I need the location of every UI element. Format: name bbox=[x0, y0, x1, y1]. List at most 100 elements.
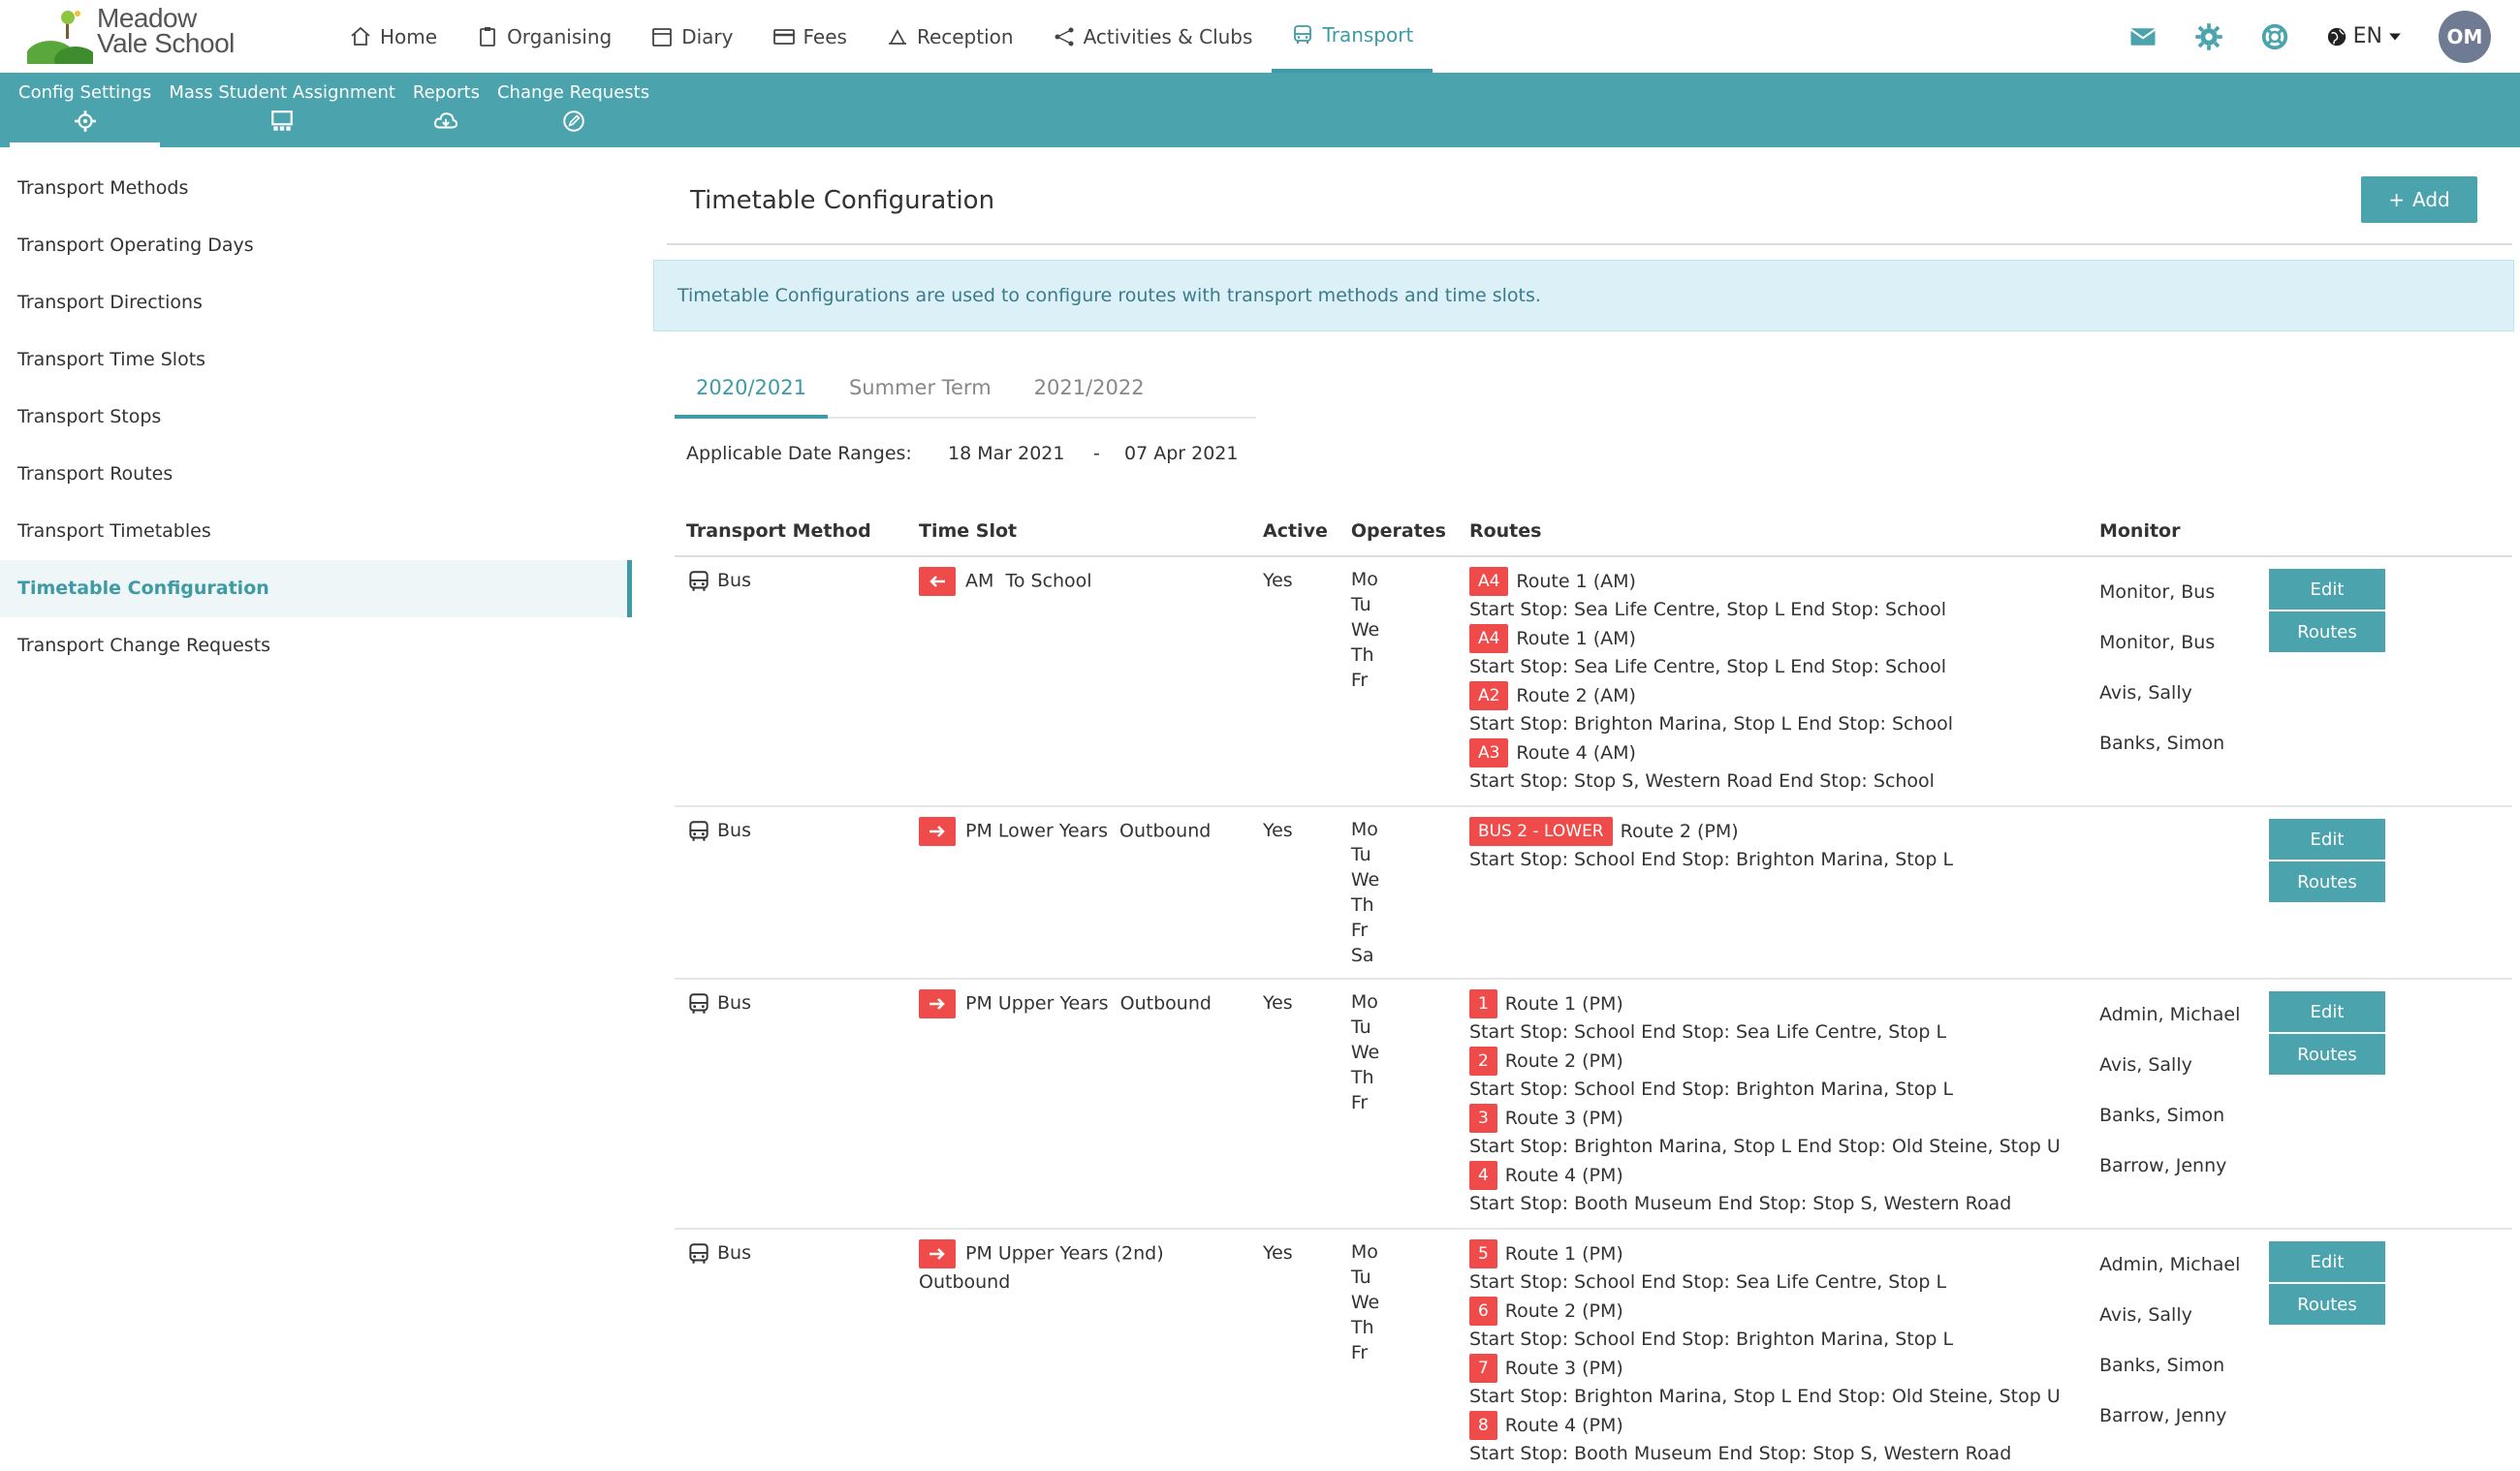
sidebar-item[interactable]: Timetable Configuration bbox=[0, 560, 632, 617]
route-stops: Start Stop: School End Stop: Brighton Ma… bbox=[1468, 1329, 1954, 1350]
sidebar-item[interactable]: Transport Methods bbox=[0, 160, 632, 217]
subnav-reports[interactable]: Reports bbox=[404, 73, 488, 147]
sidebar-item[interactable]: Transport Directions bbox=[0, 274, 632, 331]
route-name: Route 2 (PM) bbox=[1504, 1049, 1623, 1072]
operating-day: Tu bbox=[1350, 594, 1371, 615]
route-stops: Start Stop: Booth Museum End Stop: Stop … bbox=[1468, 1193, 2012, 1214]
gear-icon bbox=[74, 110, 96, 132]
route-badge: 6 bbox=[1468, 1297, 1497, 1326]
subnav-mass-student-assignment[interactable]: Mass Student Assignment bbox=[160, 73, 404, 147]
nav-label: Organising bbox=[507, 24, 613, 48]
sidebar-item[interactable]: Transport Routes bbox=[0, 446, 632, 503]
mail-icon[interactable] bbox=[2128, 22, 2158, 51]
cell-routes: 1 Route 1 (PM) Start Stop: School End Stop… bbox=[1457, 979, 2088, 1230]
subnav-config-settings[interactable]: Config Settings bbox=[10, 73, 161, 147]
sidebar-item[interactable]: Transport Stops bbox=[0, 389, 632, 446]
route-name: Route 4 (PM) bbox=[1504, 1414, 1623, 1436]
subnav-change-requests[interactable]: Change Requests bbox=[488, 73, 658, 147]
cloud-download-icon bbox=[434, 112, 458, 129]
term-tabs: 2020/2021 Summer Term 2021/2022 bbox=[675, 362, 1256, 419]
operating-day: Sa bbox=[1350, 945, 1374, 966]
network-icon bbox=[1055, 27, 1074, 46]
route-stops: Start Stop: School End Stop: Brighton Ma… bbox=[1468, 849, 1954, 870]
cell-monitor: Monitor, Bus Monitor, Bus Avis, Sally Banks… bbox=[2087, 556, 2257, 807]
route-name: Route 2 (PM) bbox=[1620, 820, 1739, 842]
routes-button[interactable]: Routes bbox=[2268, 1034, 2385, 1077]
sidebar-item[interactable]: Transport Timetables bbox=[0, 503, 632, 560]
time-slot-label: AM To School bbox=[965, 570, 1092, 592]
operating-day: Th bbox=[1350, 644, 1374, 666]
route-stops: Start Stop: Brighton Marina, Stop L End … bbox=[1468, 713, 1954, 735]
cell-operates: Mo Tu We Th Fr Sa bbox=[1339, 806, 1458, 980]
sidebar-item[interactable]: Transport Change Requests bbox=[0, 617, 632, 674]
route-entry: 4 Route 4 (PM) Start Stop: Booth Museum En… bbox=[1468, 1161, 2076, 1217]
cell-active: Yes bbox=[1251, 979, 1339, 1230]
nav-reception[interactable]: Reception bbox=[866, 0, 1033, 73]
column-header: Operates bbox=[1339, 506, 1458, 557]
school-logo[interactable]: Meadow Vale School bbox=[27, 5, 240, 66]
nav-home[interactable]: Home bbox=[330, 0, 457, 73]
cell-actions: Edit Routes bbox=[2256, 556, 2512, 807]
date-from: 18 Mar 2021 bbox=[948, 443, 1065, 464]
nav-label: Activities & Clubs bbox=[1083, 24, 1253, 48]
operating-day: Th bbox=[1350, 894, 1374, 916]
nav-label: Home bbox=[380, 24, 438, 48]
route-badge: A4 bbox=[1468, 567, 1509, 596]
date-to: 07 Apr 2021 bbox=[1124, 443, 1239, 464]
nav-fees[interactable]: Fees bbox=[753, 0, 866, 73]
edit-button[interactable]: Edit bbox=[2268, 819, 2385, 861]
route-entry: 7 Route 3 (PM) Start Stop: Brighton Marina… bbox=[1468, 1354, 2076, 1410]
arrow-right-icon bbox=[929, 998, 945, 1010]
operating-day: Tu bbox=[1350, 844, 1371, 865]
route-entry: A2 Route 2 (AM) Start Stop: Brighton Marin… bbox=[1468, 681, 2076, 737]
title-divider bbox=[667, 243, 2512, 245]
nav-organising[interactable]: Organising bbox=[457, 0, 631, 73]
route-badge: 1 bbox=[1468, 989, 1497, 1018]
tab-term[interactable]: Summer Term bbox=[828, 362, 1013, 419]
sidebar-item[interactable]: Transport Operating Days bbox=[0, 217, 632, 274]
gear-icon[interactable] bbox=[2194, 22, 2223, 51]
cell-method: Bus bbox=[675, 1229, 907, 1471]
edit-button[interactable]: Edit bbox=[2268, 1241, 2385, 1284]
method-label: Bus bbox=[717, 992, 751, 1014]
routes-button[interactable]: Routes bbox=[2268, 861, 2385, 904]
route-entry: 5 Route 1 (PM) Start Stop: School End Stop… bbox=[1468, 1239, 2076, 1296]
edit-button[interactable]: Edit bbox=[2268, 991, 2385, 1034]
table-header-row: Transport Method Time Slot Active Operates R… bbox=[675, 506, 2512, 557]
edit-button[interactable]: Edit bbox=[2268, 569, 2385, 611]
nav-label: Transport bbox=[1322, 22, 1414, 47]
column-header: Routes bbox=[1457, 506, 2088, 557]
subnav-label: Change Requests bbox=[496, 82, 650, 103]
subnav-label: Reports bbox=[412, 82, 480, 103]
card-icon bbox=[772, 28, 795, 45]
tab-term[interactable]: 2020/2021 bbox=[675, 362, 828, 419]
route-name: Route 4 (AM) bbox=[1516, 741, 1636, 764]
monitor-name: Avis, Sally bbox=[2098, 1054, 2192, 1076]
operating-day: Fr bbox=[1350, 920, 1369, 941]
cell-active: Yes bbox=[1251, 556, 1339, 807]
tab-term[interactable]: 2021/2022 bbox=[1013, 362, 1166, 419]
subnav-label: Config Settings bbox=[18, 82, 152, 103]
routes-button[interactable]: Routes bbox=[2268, 1284, 2385, 1327]
route-name: Route 2 (PM) bbox=[1504, 1299, 1623, 1322]
add-button[interactable]: + Add bbox=[2361, 176, 2477, 223]
nav-transport[interactable]: Transport bbox=[1272, 0, 1433, 73]
routes-button[interactable]: Routes bbox=[2268, 611, 2385, 654]
route-stops: Start Stop: Sea Life Centre, Stop L End … bbox=[1468, 656, 1947, 677]
cell-routes: BUS 2 - LOWER Route 2 (PM) Start Stop: Sch… bbox=[1457, 806, 2088, 980]
route-stops: Start Stop: Booth Museum End Stop: Stop … bbox=[1468, 1443, 2012, 1464]
user-avatar[interactable]: OM bbox=[2439, 10, 2491, 63]
language-selector[interactable]: EN bbox=[2326, 24, 2402, 48]
cell-time-slot: AM To School bbox=[907, 556, 1251, 807]
route-name: Route 2 (AM) bbox=[1516, 684, 1636, 706]
edit-icon bbox=[562, 110, 584, 132]
sidebar-item[interactable]: Transport Time Slots bbox=[0, 331, 632, 389]
logo-hills-icon bbox=[27, 11, 93, 64]
nav-diary[interactable]: Diary bbox=[631, 0, 752, 73]
help-lifebuoy-icon[interactable] bbox=[2260, 22, 2289, 51]
route-badge: A4 bbox=[1468, 624, 1509, 653]
nav-activities-clubs[interactable]: Activities & Clubs bbox=[1033, 0, 1273, 73]
caret-down-icon bbox=[2389, 33, 2401, 40]
route-name: Route 1 (PM) bbox=[1504, 1242, 1623, 1265]
date-range: Applicable Date Ranges: 18 Mar 2021 - 07… bbox=[686, 443, 1238, 464]
